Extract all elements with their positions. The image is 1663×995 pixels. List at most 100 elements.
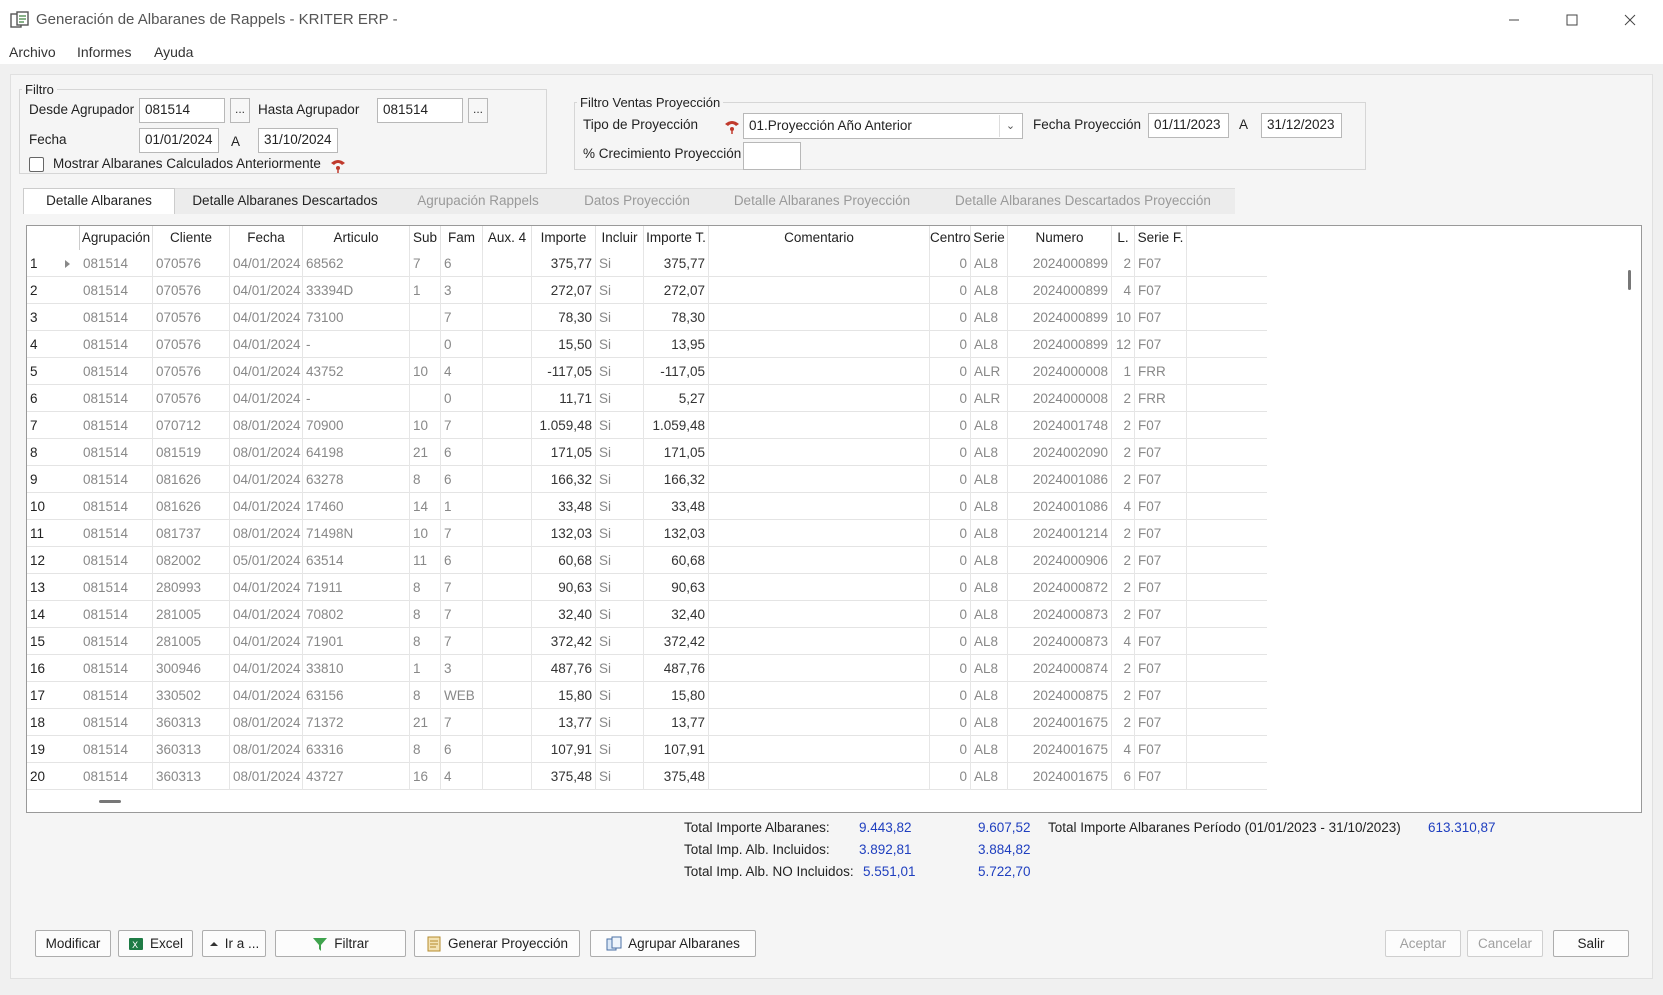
cell-serie[interactable]: AL8: [971, 547, 1008, 574]
cell-sub[interactable]: 16: [410, 763, 441, 790]
cell-importe-t[interactable]: 375,77: [644, 250, 709, 277]
cell-sub[interactable]: 8: [410, 466, 441, 493]
cell-fecha[interactable]: 08/01/2024: [230, 763, 303, 790]
cell-fam[interactable]: 7: [441, 412, 483, 439]
cell-linea[interactable]: 2: [1112, 385, 1135, 412]
excel-button[interactable]: X Excel: [118, 930, 193, 957]
cell-agrupacion[interactable]: 081514: [80, 466, 153, 493]
cell-comentario[interactable]: [709, 439, 930, 466]
cell-articulo[interactable]: 33810: [303, 655, 410, 682]
cell-articulo[interactable]: 63316: [303, 736, 410, 763]
cell-centro[interactable]: 0: [930, 331, 971, 358]
cell-serie-f[interactable]: F07: [1135, 250, 1187, 277]
cell-aux4[interactable]: [483, 547, 532, 574]
cell-fecha[interactable]: 08/01/2024: [230, 520, 303, 547]
column-header-incluir[interactable]: Incluir: [596, 226, 644, 250]
cell-row-number[interactable]: 19: [27, 736, 80, 763]
cell-fam[interactable]: 0: [441, 331, 483, 358]
cell-importe[interactable]: -117,05: [532, 358, 596, 385]
cell-importe-t[interactable]: 1.059,48: [644, 412, 709, 439]
cell-row-number[interactable]: 14: [27, 601, 80, 628]
column-header-linea[interactable]: L.: [1112, 226, 1135, 250]
cell-serie[interactable]: AL8: [971, 331, 1008, 358]
fecha-proyeccion-desde-input[interactable]: 01/11/2023: [1148, 113, 1229, 138]
cell-cliente[interactable]: 081519: [153, 439, 230, 466]
ir-a-button[interactable]: Ir a ...: [202, 930, 266, 957]
cell-aux4[interactable]: [483, 250, 532, 277]
modificar-button[interactable]: Modificar: [35, 930, 111, 957]
cell-comentario[interactable]: [709, 358, 930, 385]
cell-fecha[interactable]: 04/01/2024: [230, 250, 303, 277]
albaranes-grid[interactable]: Agrupación Cliente Fecha Articulo Sub Fam Aux.…: [26, 225, 1642, 813]
cell-serie-f[interactable]: F07: [1135, 331, 1187, 358]
cell-cliente[interactable]: 070712: [153, 412, 230, 439]
cell-numero[interactable]: 2024001086: [1008, 466, 1112, 493]
menu-informes[interactable]: Informes: [77, 44, 131, 60]
tab-detalle-albaranes[interactable]: Detalle Albaranes: [23, 188, 175, 214]
cell-serie[interactable]: AL8: [971, 601, 1008, 628]
cell-centro[interactable]: 0: [930, 439, 971, 466]
cell-fam[interactable]: 4: [441, 763, 483, 790]
cell-serie-f[interactable]: F07: [1135, 763, 1187, 790]
cell-numero[interactable]: 2024000874: [1008, 655, 1112, 682]
cell-sub[interactable]: 7: [410, 250, 441, 277]
cell-comentario[interactable]: [709, 250, 930, 277]
cell-numero[interactable]: 2024000873: [1008, 628, 1112, 655]
cell-importe-t[interactable]: 375,48: [644, 763, 709, 790]
cell-numero[interactable]: 2024002090: [1008, 439, 1112, 466]
desde-agrupador-lookup-button[interactable]: ...: [230, 98, 250, 123]
cell-row-number[interactable]: 2: [27, 277, 80, 304]
cell-agrupacion[interactable]: 081514: [80, 250, 153, 277]
cell-importe[interactable]: 60,68: [532, 547, 596, 574]
cell-aux4[interactable]: [483, 736, 532, 763]
cell-cliente[interactable]: 070576: [153, 250, 230, 277]
cell-centro[interactable]: 0: [930, 385, 971, 412]
tab-datos-proyeccion[interactable]: Datos Proyección: [561, 188, 713, 214]
cell-linea[interactable]: 4: [1112, 628, 1135, 655]
tipo-proyeccion-select[interactable]: 01.Proyección Año Anterior ⌄: [743, 113, 1023, 139]
cell-linea[interactable]: 2: [1112, 655, 1135, 682]
cell-linea[interactable]: 10: [1112, 304, 1135, 331]
cell-numero[interactable]: 2024001214: [1008, 520, 1112, 547]
cell-sub[interactable]: 8: [410, 601, 441, 628]
cell-fam[interactable]: 0: [441, 385, 483, 412]
cell-row-number[interactable]: 8: [27, 439, 80, 466]
cell-sub[interactable]: 11: [410, 547, 441, 574]
maximize-button[interactable]: [1543, 0, 1601, 40]
cell-fecha[interactable]: 04/01/2024: [230, 574, 303, 601]
cell-fam[interactable]: 3: [441, 277, 483, 304]
cell-importe-t[interactable]: 78,30: [644, 304, 709, 331]
cell-agrupacion[interactable]: 081514: [80, 277, 153, 304]
cell-numero[interactable]: 2024000899: [1008, 304, 1112, 331]
cell-linea[interactable]: 1: [1112, 358, 1135, 385]
cell-serie[interactable]: AL8: [971, 628, 1008, 655]
cell-importe[interactable]: 11,71: [532, 385, 596, 412]
cell-serie-f[interactable]: F07: [1135, 493, 1187, 520]
cell-linea[interactable]: 2: [1112, 601, 1135, 628]
cell-sub[interactable]: 14: [410, 493, 441, 520]
cell-articulo[interactable]: 43727: [303, 763, 410, 790]
cell-articulo[interactable]: 71498N: [303, 520, 410, 547]
cell-fecha[interactable]: 04/01/2024: [230, 277, 303, 304]
cell-importe-t[interactable]: 107,91: [644, 736, 709, 763]
cell-comentario[interactable]: [709, 304, 930, 331]
cell-agrupacion[interactable]: 081514: [80, 709, 153, 736]
cell-incluir[interactable]: Si: [596, 439, 644, 466]
cell-serie[interactable]: AL8: [971, 250, 1008, 277]
cell-linea[interactable]: 4: [1112, 493, 1135, 520]
cell-linea[interactable]: 2: [1112, 709, 1135, 736]
cell-linea[interactable]: 6: [1112, 763, 1135, 790]
cell-incluir[interactable]: Si: [596, 628, 644, 655]
cell-cliente[interactable]: 360313: [153, 736, 230, 763]
cell-aux4[interactable]: [483, 493, 532, 520]
column-header-cliente[interactable]: Cliente: [153, 226, 230, 250]
cell-fam[interactable]: 7: [441, 304, 483, 331]
cell-sub[interactable]: 8: [410, 682, 441, 709]
cell-cliente[interactable]: 070576: [153, 385, 230, 412]
cell-agrupacion[interactable]: 081514: [80, 628, 153, 655]
cell-comentario[interactable]: [709, 331, 930, 358]
cell-fam[interactable]: WEB: [441, 682, 483, 709]
cell-aux4[interactable]: [483, 439, 532, 466]
cell-serie-f[interactable]: F07: [1135, 466, 1187, 493]
cell-row-number[interactable]: 6: [27, 385, 80, 412]
